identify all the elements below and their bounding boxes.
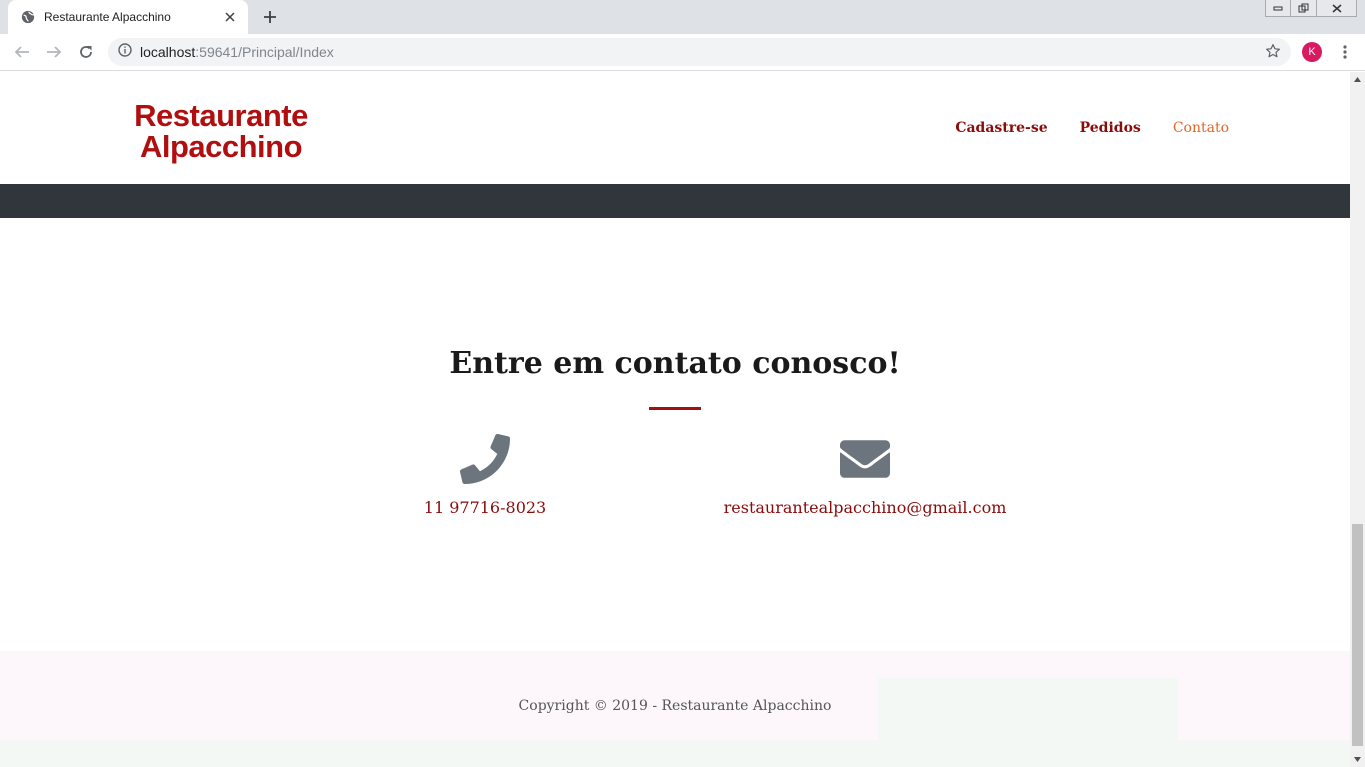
nav-link-contact[interactable]: Contato [1173, 120, 1229, 136]
main-nav: Cadastre-se Pedidos Contato [955, 120, 1229, 136]
url-text: localhost:59641/Principal/Index [140, 44, 334, 60]
browser-tab[interactable]: Restaurante Alpacchino [8, 0, 248, 34]
back-arrow-icon[interactable] [11, 41, 33, 63]
title-divider [649, 407, 701, 410]
url-path: :59641/Principal/Index [195, 44, 334, 60]
forward-arrow-icon[interactable] [43, 41, 65, 63]
copyright-text: Copyright © 2019 - Restaurante Alpacchin… [518, 698, 832, 714]
scrollbar-thumb[interactable] [1352, 524, 1363, 746]
nav-link-orders[interactable]: Pedidos [1080, 120, 1141, 136]
header-band [0, 184, 1350, 218]
url-host: localhost [140, 44, 196, 60]
browser-toolbar: localhost:59641/Principal/Index K [0, 34, 1365, 71]
address-bar[interactable]: localhost:59641/Principal/Index [108, 38, 1291, 66]
logo-line-1: Restaurante [134, 98, 308, 133]
nav-link-signup[interactable]: Cadastre-se [955, 120, 1047, 136]
kebab-menu-icon[interactable] [1335, 42, 1355, 62]
window-controls [1265, 0, 1357, 18]
reload-icon[interactable] [75, 41, 97, 63]
logo-line-2: Alpacchino [139, 129, 303, 164]
phone-icon [460, 434, 510, 484]
footer-strip [0, 740, 1350, 767]
scroll-down-arrow-icon[interactable] [1350, 752, 1365, 767]
contact-title: Entre em contato conosco! [449, 346, 901, 381]
contact-section: Entre em contato conosco! 11 97716-8023 … [0, 218, 1350, 651]
phone-number[interactable]: 11 97716-8023 [385, 498, 585, 517]
scroll-up-arrow-icon[interactable] [1350, 72, 1365, 87]
info-icon[interactable] [118, 42, 132, 62]
close-tab-icon[interactable] [222, 9, 238, 25]
browser-tabstrip: Restaurante Alpacchino [0, 0, 1365, 34]
site-logo[interactable]: Restaurante Alpacchino [121, 100, 321, 162]
site-footer: Copyright © 2019 - Restaurante Alpacchin… [0, 651, 1350, 767]
envelope-icon [840, 440, 890, 478]
tab-title: Restaurante Alpacchino [44, 10, 171, 24]
email-contact: restaurantealpacchino@gmail.com [665, 434, 1065, 517]
page-viewport: Restaurante Alpacchino Cadastre-se Pedid… [0, 72, 1365, 767]
phone-contact: 11 97716-8023 [385, 434, 585, 517]
email-address[interactable]: restaurantealpacchino@gmail.com [665, 498, 1065, 517]
restore-button[interactable] [1291, 0, 1317, 17]
site-header: Restaurante Alpacchino Cadastre-se Pedid… [0, 72, 1350, 184]
new-tab-button[interactable] [258, 6, 282, 28]
vertical-scrollbar[interactable] [1350, 72, 1365, 767]
bookmark-star-icon[interactable] [1265, 43, 1283, 61]
globe-icon [20, 9, 36, 25]
close-window-button[interactable] [1317, 0, 1357, 17]
profile-avatar[interactable]: K [1302, 42, 1322, 62]
minimize-button[interactable] [1265, 0, 1291, 17]
